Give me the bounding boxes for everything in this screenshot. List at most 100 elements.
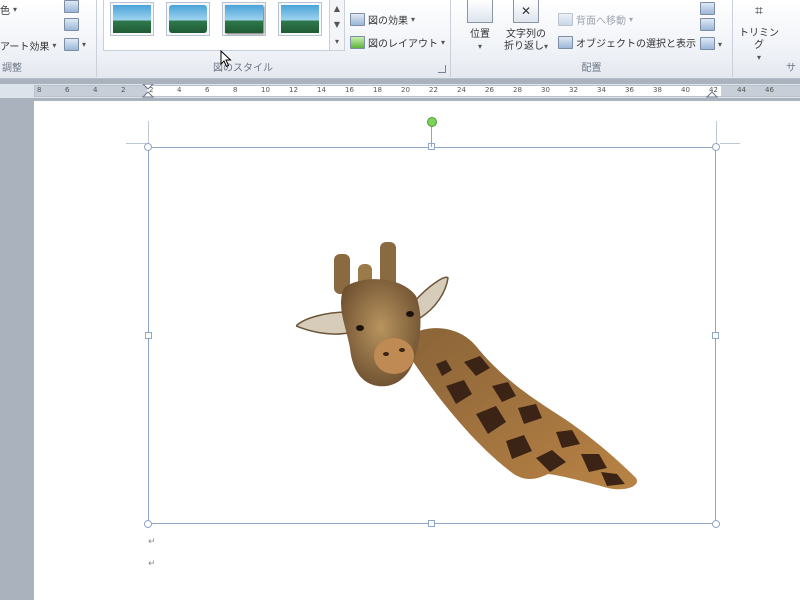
selection-pane-button[interactable]: オブジェクトの選択と表示 — [558, 35, 696, 50]
rotation-handle-line — [431, 127, 432, 147]
ruler-tick-label: 32 — [569, 86, 578, 94]
ruler-tick-label: 4 — [177, 86, 182, 94]
send-backward-label: 背面へ移動 — [576, 16, 626, 27]
ruler-tick-label: 12 — [289, 86, 298, 94]
picture-style-thumb[interactable] — [110, 2, 154, 36]
crop-mark — [148, 121, 149, 143]
ruler-tick-label: 18 — [373, 86, 382, 94]
ruler-margin-right — [721, 86, 800, 96]
wrap-text-label-2: 折り返し — [503, 41, 544, 52]
scroll-down-icon[interactable]: ▼ — [334, 20, 340, 29]
rotation-handle[interactable] — [427, 117, 437, 127]
ruler-tick-label: 14 — [317, 86, 326, 94]
style-preview-image — [113, 5, 151, 33]
resize-handle-bottom-left[interactable] — [144, 520, 152, 528]
resize-handle-left[interactable] — [145, 332, 152, 339]
picture-style-thumb[interactable] — [166, 2, 210, 36]
position-button[interactable]: 位置 ▾ — [462, 0, 498, 53]
ruler-tick-label: 22 — [429, 86, 438, 94]
selection-pane-icon — [558, 36, 573, 49]
resize-handle-bottom[interactable] — [428, 520, 435, 527]
artistic-effects-button[interactable]: アート効果 ▾ — [0, 38, 56, 53]
dropdown-arrow-icon: ▾ — [411, 15, 416, 24]
compress-pictures-icon[interactable] — [64, 0, 79, 13]
resize-handle-top-right[interactable] — [712, 143, 720, 151]
dropdown-arrow-icon: ▾ — [82, 40, 87, 49]
picture-style-gallery: ▲ ▼ ▾ — [103, 0, 345, 51]
paragraph-mark: ↵ — [148, 559, 156, 569]
send-backward-icon — [558, 13, 573, 26]
dropdown-arrow-icon: ▾ — [477, 42, 482, 51]
ruler-tick-label: 38 — [653, 86, 662, 94]
ruler-tick-label: 6 — [65, 86, 70, 94]
ruler-tick-label: 10 — [261, 86, 270, 94]
resize-handle-top-left[interactable] — [144, 143, 152, 151]
wrap-text-icon: ✕ — [513, 0, 539, 23]
adjust-group: 色 ▾ アート効果 ▾ ▾ 調整 — [0, 0, 97, 77]
ruler-tick-label: 20 — [401, 86, 410, 94]
dropdown-arrow-icon: ▾ — [629, 15, 634, 24]
picture-effects-button[interactable]: 図の効果 ▾ — [350, 12, 415, 27]
paragraph-mark: ↵ — [148, 537, 156, 547]
crop-button[interactable]: ⌗ トリミング ▾ — [736, 0, 782, 64]
change-picture-icon[interactable] — [64, 18, 79, 31]
group-icon[interactable] — [700, 18, 715, 31]
gallery-scroll[interactable]: ▲ ▼ ▾ — [329, 0, 344, 50]
resize-handle-right[interactable] — [712, 332, 719, 339]
send-backward-button[interactable]: 背面へ移動 ▾ — [558, 12, 633, 27]
crop-mark — [716, 121, 717, 143]
picture-effects-label: 図の効果 — [368, 16, 408, 27]
arrange-group-label: 配置 — [581, 63, 602, 74]
wrap-text-label-2-row: 折り返し▾ — [504, 41, 548, 53]
rotate-icon[interactable] — [700, 37, 715, 50]
ruler-tick-label: 8 — [37, 86, 42, 94]
ruler-tick-label: 28 — [513, 86, 522, 94]
align-icon[interactable] — [700, 2, 715, 15]
wrap-text-button[interactable]: ✕ 文字列の 折り返し▾ — [502, 0, 550, 53]
horizontal-ruler[interactable]: 8 6 4 2 2 4 6 8 10 12 14 16 18 20 22 24 26 28 30 32 34 36 38 40… — [0, 84, 800, 98]
ruler-tick-label: 6 — [205, 86, 210, 94]
resize-handle-bottom-right[interactable] — [712, 520, 720, 528]
ruler-tick-label: 2 — [121, 86, 126, 94]
dialog-launcher-icon[interactable] — [438, 65, 446, 73]
ruler-tick-label: 8 — [233, 86, 238, 94]
ruler-tick-label: 40 — [681, 86, 690, 94]
picture-style-thumb[interactable] — [278, 2, 322, 36]
ruler-tick-label: 30 — [541, 86, 550, 94]
style-preview-image — [225, 5, 263, 33]
position-icon — [467, 0, 493, 23]
ruler-tick-label: 46 — [765, 86, 774, 94]
reset-picture-icon[interactable] — [64, 38, 79, 51]
color-button[interactable]: 色 ▾ — [0, 2, 17, 17]
color-label: 色 — [0, 6, 10, 17]
right-indent-marker-icon[interactable] — [706, 84, 718, 98]
dropdown-arrow-icon: ▾ — [13, 5, 18, 14]
scroll-up-icon[interactable]: ▲ — [334, 4, 340, 13]
gallery-more-icon[interactable]: ▾ — [335, 37, 339, 46]
dropdown-arrow-icon: ▾ — [52, 41, 57, 50]
style-preview-image — [169, 5, 207, 33]
ribbon: 色 ▾ アート効果 ▾ ▾ 調整 図のスタイル ▲ ▼ ▾ 図の効果 ▾ 図のレ… — [0, 0, 800, 79]
ruler-tick-label: 16 — [345, 86, 354, 94]
mouse-pointer-icon — [220, 50, 232, 68]
crop-label: トリミング — [739, 28, 779, 51]
artistic-effects-label: アート効果 — [0, 42, 50, 53]
picture-styles-group-label: 図のスタイル — [213, 63, 273, 74]
ruler-margin-left — [35, 86, 147, 96]
picture-style-thumb[interactable] — [222, 2, 266, 36]
position-label: 位置 — [470, 29, 490, 40]
adjust-group-label: 調整 — [2, 63, 22, 74]
dropdown-arrow-icon: ▾ — [441, 38, 446, 47]
crop-icon: ⌗ — [755, 3, 763, 19]
indent-marker-icon[interactable] — [142, 84, 154, 98]
ruler-tick-label: 4 — [93, 86, 98, 94]
picture-layout-label: 図のレイアウト — [368, 39, 438, 50]
picture-effects-icon — [350, 13, 365, 26]
dropdown-arrow-icon: ▾ — [756, 53, 761, 62]
style-preview-image — [281, 5, 319, 33]
wrap-text-label-1: 文字列の — [506, 29, 546, 40]
picture-layout-icon — [350, 36, 365, 49]
giraffe-picture[interactable] — [296, 236, 646, 492]
picture-layout-button[interactable]: 図のレイアウト ▾ — [350, 35, 445, 50]
ruler-tick-label: 36 — [625, 86, 634, 94]
